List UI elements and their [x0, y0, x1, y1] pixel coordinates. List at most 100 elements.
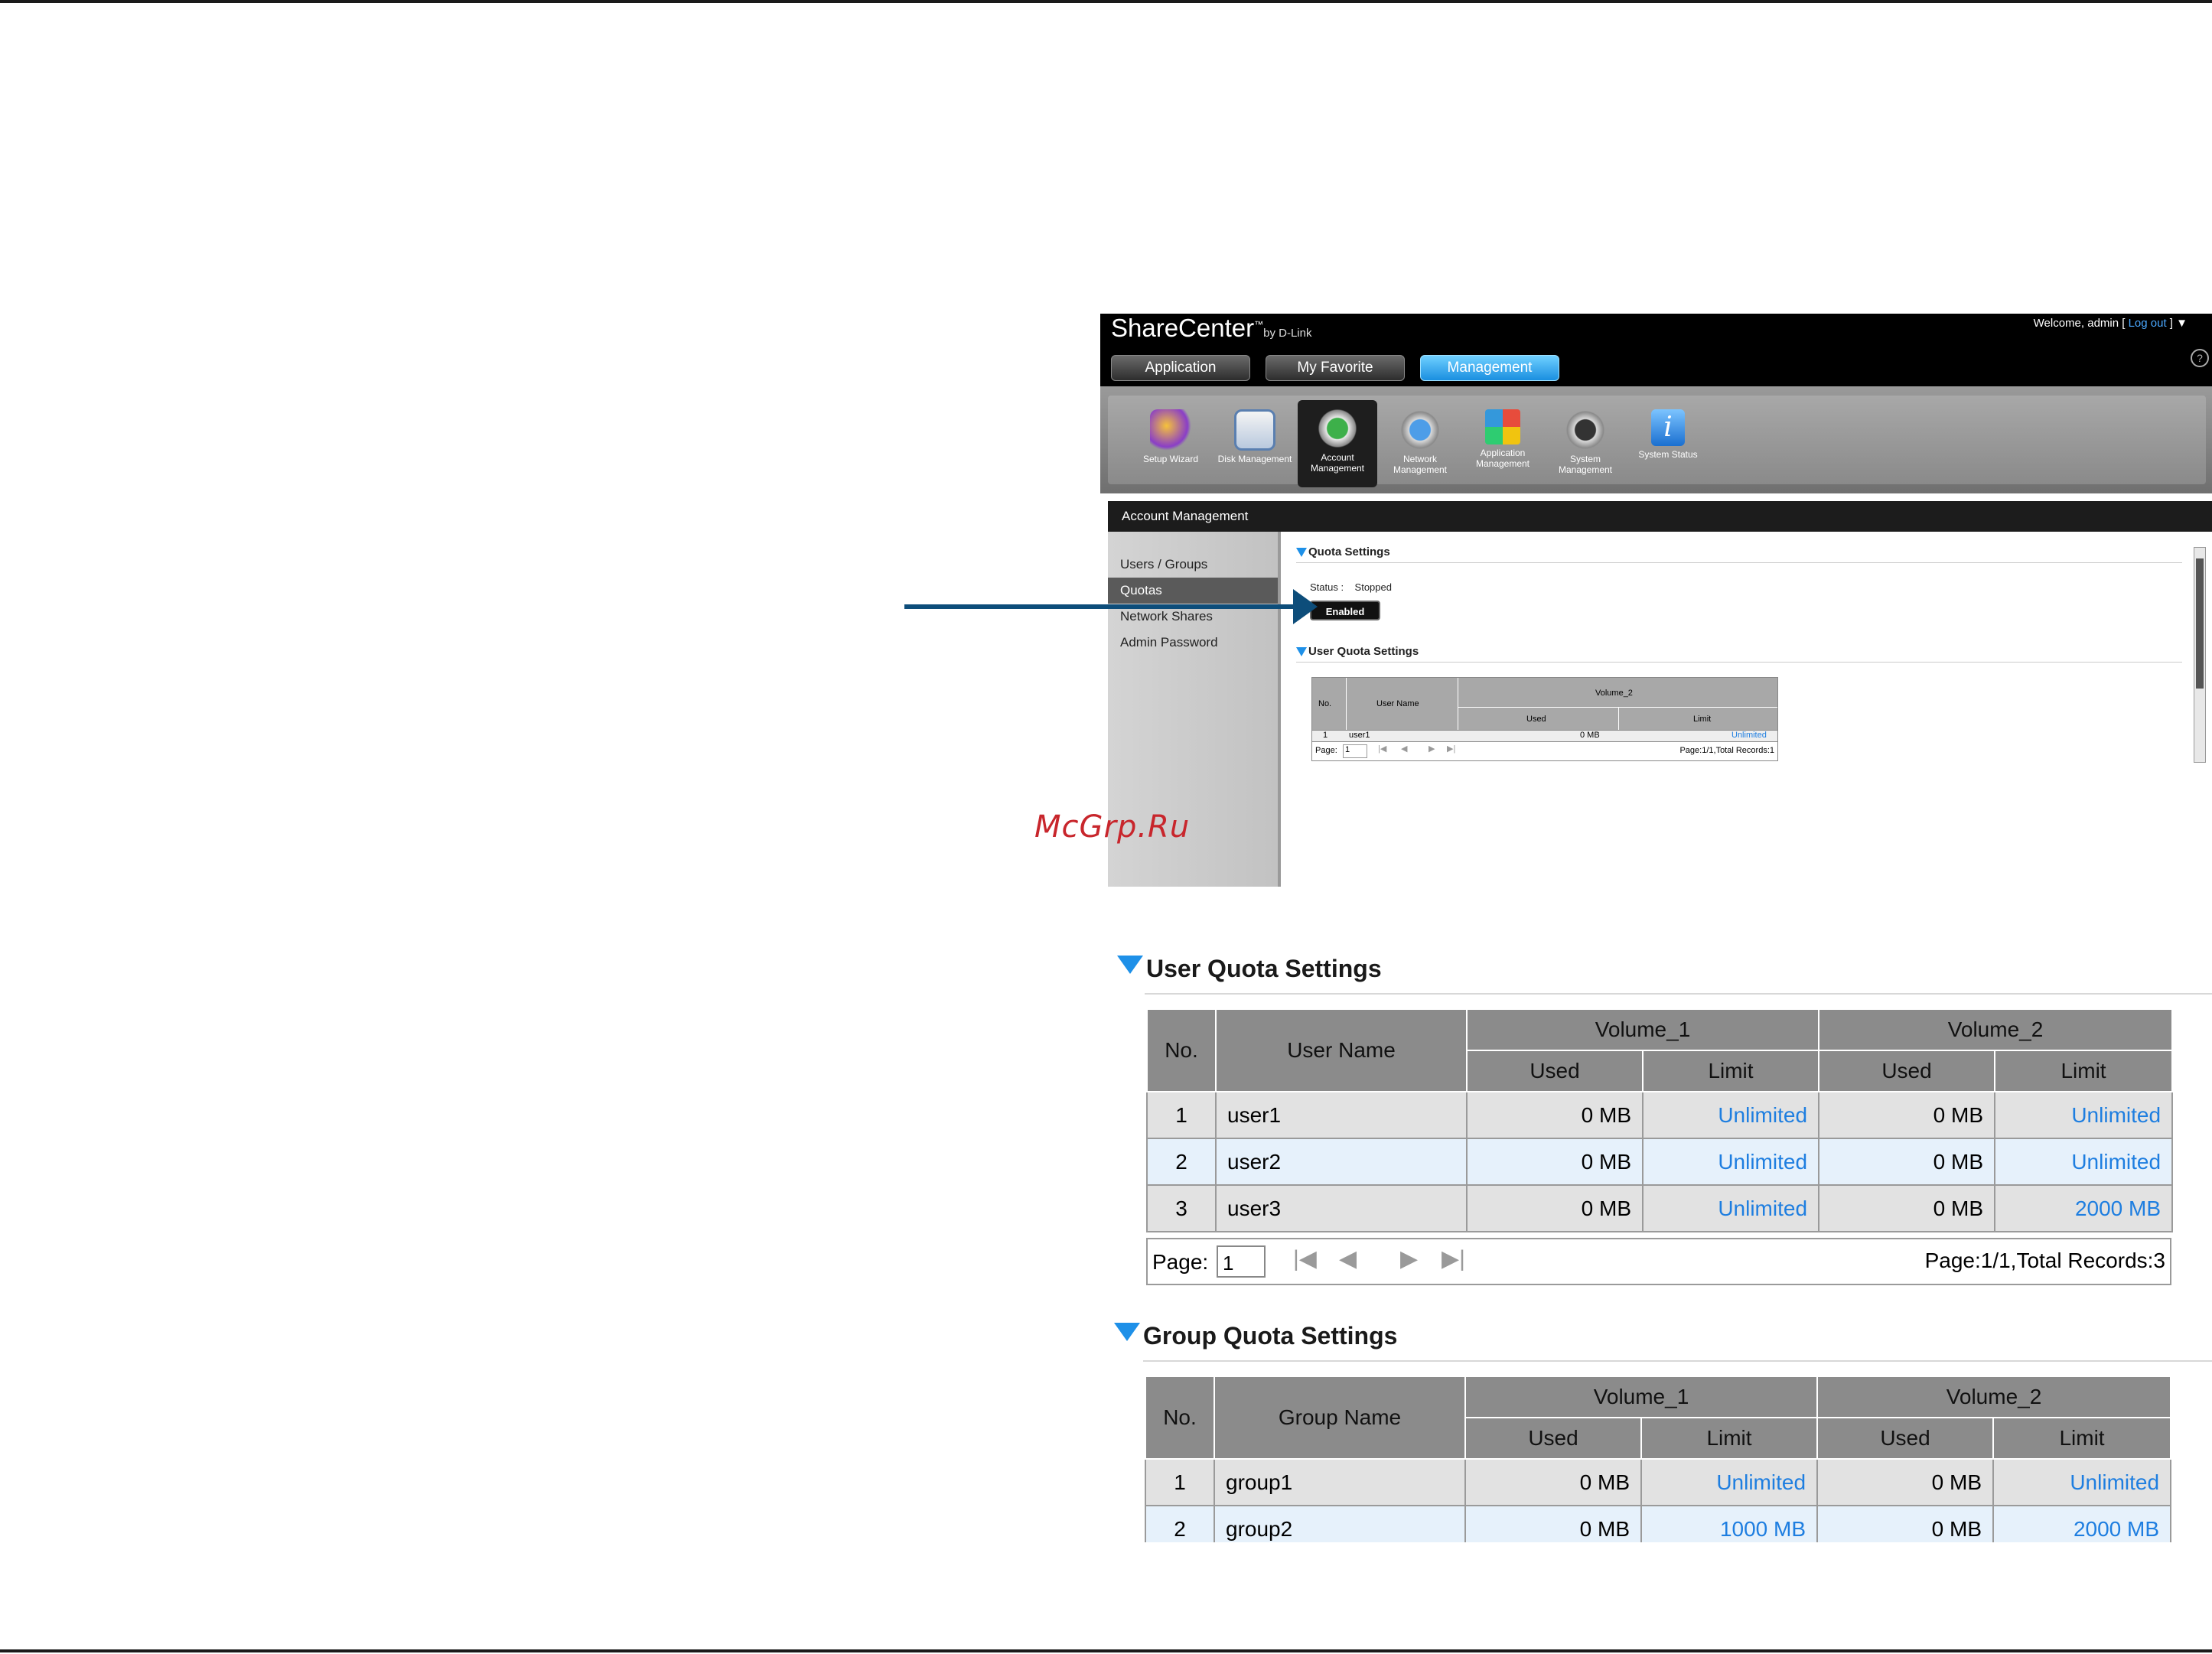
table-row[interactable]: 2 user2 0 MB Unlimited 0 MB Unlimited: [1146, 1138, 2174, 1186]
help-icon[interactable]: ?: [2191, 349, 2209, 367]
table-header-row: No. Group Name Volume_1 Volume_2: [1145, 1376, 2172, 1460]
collapse-triangle-icon[interactable]: [1114, 1323, 1140, 1341]
mini-first-page-icon[interactable]: |◀: [1378, 744, 1386, 754]
group-quota-table: No. Group Name Volume_1 Volume_2 Used Li…: [1145, 1376, 2172, 1542]
next-page-icon[interactable]: ▶: [1400, 1245, 1418, 1272]
top-rule: [0, 0, 2212, 3]
brand-sub: by D-Link: [1263, 327, 1312, 340]
page-input[interactable]: 1: [1217, 1245, 1266, 1278]
tab-application[interactable]: Application: [1111, 355, 1250, 381]
callout-arrow-head-icon: [1293, 589, 1318, 624]
cell-no: 2: [1146, 1138, 1217, 1186]
total-records: Page:1/1,Total Records:3: [1924, 1249, 2165, 1272]
tool-label: Account Management: [1310, 452, 1365, 474]
sharecenter-screenshot: ShareCenter™by D-Link Welcome, admin [ L…: [1100, 314, 2212, 887]
mini-page-input[interactable]: 1: [1343, 744, 1367, 758]
scrollbar-thumb[interactable]: [2196, 558, 2204, 689]
col-volume-2: Volume_2: [1816, 1376, 2172, 1418]
enabled-button[interactable]: Enabled: [1310, 601, 1380, 620]
col-no: No.: [1146, 1008, 1217, 1092]
table-row[interactable]: 1 group1 0 MB Unlimited 0 MB Unlimited: [1145, 1458, 2172, 1506]
tool-disk-management[interactable]: Disk Management: [1215, 409, 1295, 464]
mini-prev-page-icon[interactable]: ◀: [1401, 744, 1407, 754]
mini-next-page-icon[interactable]: ▶: [1429, 744, 1435, 754]
first-page-icon[interactable]: |◀: [1293, 1245, 1317, 1272]
tool-system-management[interactable]: System Management: [1546, 409, 1625, 475]
tool-application-management[interactable]: Application Management: [1463, 409, 1543, 469]
col-v1-used: Used: [1466, 1050, 1644, 1092]
cell-no: 1: [1145, 1458, 1215, 1506]
mini-row-no: 1: [1323, 731, 1328, 740]
cell-v2-used: 0 MB: [1816, 1458, 1995, 1506]
collapse-triangle-icon[interactable]: [1296, 548, 1307, 558]
cell-name: user1: [1215, 1091, 1468, 1139]
mini-row-limit-link[interactable]: Unlimited: [1731, 731, 1767, 740]
col-v1-limit: Limit: [1641, 1050, 1820, 1092]
tab-my-favorite[interactable]: My Favorite: [1266, 355, 1405, 381]
cell-v2-limit-link[interactable]: Unlimited: [1994, 1091, 2174, 1139]
cell-v2-used: 0 MB: [1816, 1505, 1995, 1542]
user-quota-title: User Quota Settings: [1146, 955, 1382, 982]
cell-name: group1: [1214, 1458, 1466, 1506]
cell-v2-used: 0 MB: [1818, 1184, 1996, 1232]
cell-v1-limit-link[interactable]: 1000 MB: [1640, 1505, 1819, 1542]
cell-v1-used: 0 MB: [1466, 1138, 1644, 1186]
cell-v1-limit-link[interactable]: Unlimited: [1641, 1138, 1820, 1186]
cell-v2-limit-link[interactable]: 2000 MB: [1994, 1184, 2174, 1232]
cell-v1-limit-link[interactable]: Unlimited: [1641, 1184, 1820, 1232]
tool-label: Setup Wizard: [1142, 454, 1199, 464]
last-page-icon[interactable]: ▶|: [1442, 1245, 1465, 1272]
mini-col-volume: Volume_2: [1595, 689, 1633, 698]
user-quota-heading-small: User Quota Settings: [1296, 645, 1419, 658]
divider: [1143, 1360, 2212, 1362]
divider: [1145, 993, 2212, 995]
sidebar-item-admin-password[interactable]: Admin Password: [1108, 630, 1278, 656]
tool-account-management[interactable]: Account Management: [1298, 400, 1377, 487]
cell-name: user3: [1215, 1184, 1468, 1232]
divider: [1296, 562, 2182, 563]
cell-v1-limit-link[interactable]: Unlimited: [1641, 1091, 1820, 1139]
divider: [1296, 662, 2182, 663]
tool-system-status[interactable]: i System Status: [1628, 409, 1708, 460]
cell-no: 3: [1146, 1184, 1217, 1232]
cell-name: user2: [1215, 1138, 1468, 1186]
tab-management[interactable]: Management: [1420, 355, 1559, 381]
system-icon: [1565, 409, 1606, 451]
welcome-suffix: ] ▼: [2166, 317, 2188, 330]
collapse-triangle-icon[interactable]: [1296, 647, 1307, 657]
mini-col-limit: Limit: [1693, 715, 1712, 724]
mini-user-quota-table: No. User Name Volume_2 Used Limit 1 user…: [1311, 677, 1778, 761]
logout-link[interactable]: Log out: [2129, 317, 2167, 330]
tool-label: Disk Management: [1217, 454, 1292, 464]
table-row[interactable]: 1 user1 0 MB Unlimited 0 MB Unlimited: [1146, 1091, 2174, 1139]
col-v1-used: Used: [1464, 1417, 1642, 1460]
content-scrollbar[interactable]: [2194, 547, 2206, 763]
prev-page-icon[interactable]: ◀: [1339, 1245, 1357, 1272]
tool-network-management[interactable]: Network Management: [1380, 409, 1460, 475]
status-value: Stopped: [1354, 581, 1392, 593]
sidebar-item-users-groups[interactable]: Users / Groups: [1108, 552, 1278, 578]
quota-content: Quota Settings Status : Stopped Enabled …: [1281, 532, 2212, 887]
mini-col-used: Used: [1526, 715, 1546, 724]
sidebar-item-quotas[interactable]: Quotas: [1108, 578, 1278, 604]
cell-v1-limit-link[interactable]: Unlimited: [1640, 1458, 1819, 1506]
mini-col-name: User Name: [1376, 699, 1419, 708]
user-quota-heading: User Quota Settings: [1117, 955, 1382, 983]
mini-last-page-icon[interactable]: ▶|: [1447, 744, 1455, 754]
cell-no: 1: [1146, 1091, 1217, 1139]
cell-v2-limit-link[interactable]: Unlimited: [1994, 1138, 2174, 1186]
watermark: McGrp.Ru: [1034, 809, 1191, 845]
collapse-triangle-icon[interactable]: [1117, 956, 1143, 974]
col-volume-1: Volume_1: [1464, 1376, 1819, 1418]
col-v2-limit: Limit: [1994, 1050, 2174, 1092]
col-v2-used: Used: [1818, 1050, 1996, 1092]
table-row[interactable]: 2 group2 0 MB 1000 MB 0 MB 2000 MB: [1145, 1505, 2172, 1542]
account-icon: [1317, 408, 1358, 449]
tool-setup-wizard[interactable]: Setup Wizard: [1131, 409, 1210, 464]
brand-logo: ShareCenter™by D-Link: [1111, 314, 1312, 342]
cell-v2-limit-link[interactable]: Unlimited: [1992, 1458, 2172, 1506]
table-row[interactable]: 3 user3 0 MB Unlimited 0 MB 2000 MB: [1146, 1184, 2174, 1232]
bottom-rule: [0, 1649, 2212, 1652]
cell-no: 2: [1145, 1505, 1215, 1542]
cell-v2-limit-link[interactable]: 2000 MB: [1992, 1505, 2172, 1542]
